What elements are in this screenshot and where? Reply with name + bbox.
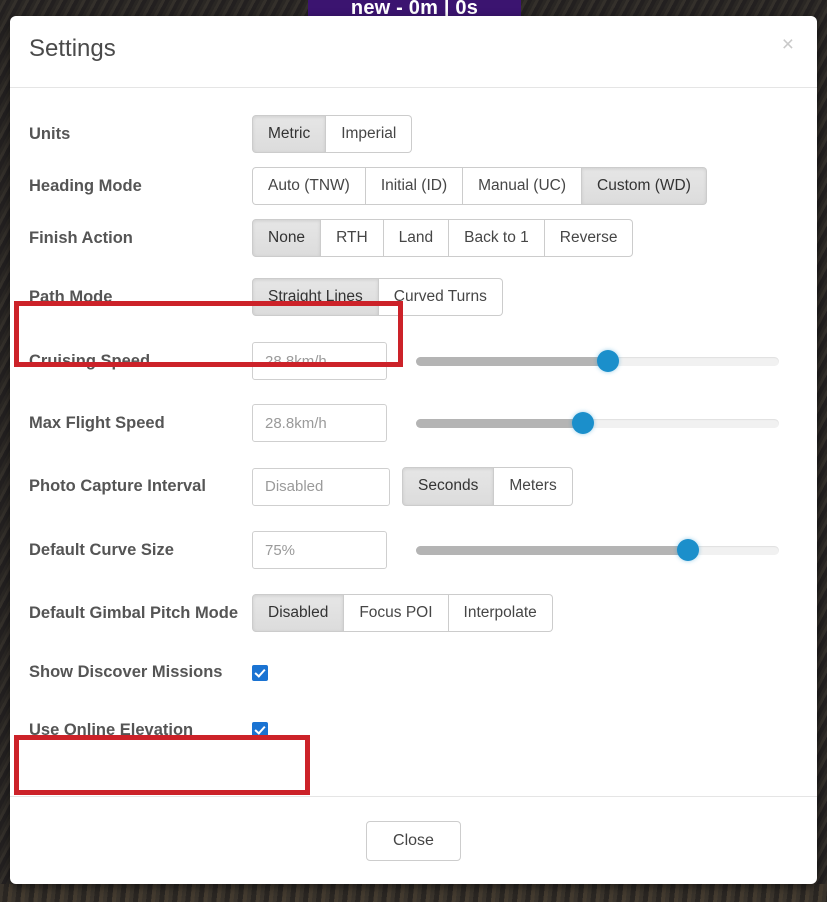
setting-control-heading-mode: Auto (TNW) Initial (ID) Manual (UC) Cust… (252, 166, 798, 206)
heading-mode-option-manual[interactable]: Manual (UC) (463, 166, 582, 206)
setting-row-cruising-speed: Cruising Speed (29, 330, 798, 392)
heading-mode-option-auto[interactable]: Auto (TNW) (252, 166, 366, 206)
setting-label-photo-capture-interval: Photo Capture Interval (29, 477, 206, 495)
units-option-metric[interactable]: Metric (252, 114, 327, 154)
finish-action-option-land[interactable]: Land (383, 218, 450, 258)
setting-label-default-curve-size: Default Curve Size (29, 540, 174, 559)
photo-capture-option-seconds[interactable]: Seconds (402, 467, 495, 506)
units-option-imperial[interactable]: Imperial (326, 114, 413, 154)
gimbal-pitch-option-interpolate[interactable]: Interpolate (448, 593, 553, 633)
setting-control-finish-action: None RTH Land Back to 1 Reverse (252, 218, 798, 258)
setting-control-use-online-elevation (252, 722, 798, 738)
use-online-elevation-checkbox[interactable] (252, 722, 268, 738)
setting-control-default-gimbal-pitch-mode: Disabled Focus POI Interpolate (252, 593, 798, 633)
setting-row-default-curve-size: Default Curve Size (29, 519, 798, 581)
setting-row-max-flight-speed: Max Flight Speed (29, 392, 798, 454)
cruising-speed-slider[interactable] (416, 350, 779, 372)
finish-action-button-group: None RTH Land Back to 1 Reverse (252, 218, 634, 258)
photo-capture-unit-button-group: Seconds Meters (402, 467, 573, 506)
settings-modal: Settings × Units Metric Imperial Heading… (10, 16, 817, 884)
path-mode-button-group: Straight Lines Curved Turns (252, 277, 503, 317)
modal-footer: Close (10, 796, 817, 884)
setting-label-default-gimbal-pitch-mode: Default Gimbal Pitch Mode (29, 603, 239, 622)
setting-row-heading-mode: Heading Mode Auto (TNW) Initial (ID) Man… (29, 160, 798, 212)
finish-action-option-none[interactable]: None (252, 218, 322, 258)
default-curve-size-input[interactable] (252, 531, 387, 569)
photo-capture-option-meters[interactable]: Meters (494, 467, 573, 506)
close-icon[interactable]: × (774, 28, 802, 61)
max-flight-speed-slider[interactable] (416, 412, 779, 434)
gimbal-pitch-option-disabled[interactable]: Disabled (252, 593, 345, 633)
setting-row-path-mode: Path Mode Straight Lines Curved Turns (29, 264, 798, 330)
finish-action-option-back-to-1[interactable]: Back to 1 (449, 218, 545, 258)
setting-label-cruising-speed: Cruising Speed (29, 351, 151, 370)
modal-header: Settings × (10, 16, 817, 88)
gimbal-pitch-mode-button-group: Disabled Focus POI Interpolate (252, 593, 553, 633)
units-button-group: Metric Imperial (252, 114, 413, 154)
setting-control-cruising-speed (252, 342, 798, 380)
settings-list: Units Metric Imperial Heading Mode Auto … (10, 88, 817, 796)
finish-action-option-reverse[interactable]: Reverse (544, 218, 634, 258)
path-mode-option-straight-lines[interactable]: Straight Lines (252, 277, 379, 317)
background-bottom-strip (0, 884, 827, 902)
setting-label-show-discover-missions: Show Discover Missions (29, 663, 223, 681)
setting-row-use-online-elevation: Use Online Elevation (29, 700, 798, 760)
setting-label-heading-mode: Heading Mode (29, 176, 142, 195)
setting-control-show-discover-missions (252, 664, 798, 681)
heading-mode-option-initial[interactable]: Initial (ID) (365, 166, 464, 206)
setting-control-photo-capture-interval: Seconds Meters (252, 467, 798, 506)
heading-mode-button-group: Auto (TNW) Initial (ID) Manual (UC) Cust… (252, 166, 707, 206)
slider-fill (416, 546, 689, 555)
setting-row-finish-action: Finish Action None RTH Land Back to 1 Re… (29, 212, 798, 264)
slider-fill (416, 419, 583, 428)
finish-action-option-rth[interactable]: RTH (321, 218, 384, 258)
close-button[interactable]: Close (366, 820, 461, 861)
setting-label-finish-action: Finish Action (29, 228, 133, 247)
slider-thumb[interactable] (571, 412, 594, 434)
max-flight-speed-input[interactable] (252, 404, 387, 442)
setting-control-units: Metric Imperial (252, 114, 798, 154)
photo-capture-interval-input[interactable] (252, 467, 390, 506)
setting-label-use-online-elevation: Use Online Elevation (29, 720, 194, 739)
slider-thumb[interactable] (677, 539, 700, 561)
setting-row-show-discover-missions: Show Discover Missions (29, 645, 798, 700)
setting-control-max-flight-speed (252, 404, 798, 442)
show-discover-missions-checkbox[interactable] (252, 664, 268, 681)
heading-mode-option-custom[interactable]: Custom (WD) (582, 166, 707, 206)
setting-label-units: Units (29, 124, 71, 143)
gimbal-pitch-option-focus-poi[interactable]: Focus POI (344, 593, 449, 633)
setting-row-units: Units Metric Imperial (29, 108, 798, 160)
setting-row-default-gimbal-pitch-mode: Default Gimbal Pitch Mode Disabled Focus… (29, 581, 798, 645)
slider-fill (416, 357, 609, 366)
setting-control-path-mode: Straight Lines Curved Turns (252, 277, 798, 317)
page-title: Settings (29, 35, 116, 62)
setting-control-default-curve-size (252, 531, 798, 569)
setting-label-path-mode: Path Mode (29, 287, 113, 306)
slider-thumb[interactable] (597, 350, 620, 372)
setting-row-photo-capture-interval: Photo Capture Interval Seconds Meters (29, 454, 798, 519)
path-mode-option-curved-turns[interactable]: Curved Turns (378, 277, 503, 317)
setting-label-max-flight-speed: Max Flight Speed (29, 413, 165, 432)
cruising-speed-input[interactable] (252, 342, 387, 380)
default-curve-size-slider[interactable] (416, 539, 779, 561)
